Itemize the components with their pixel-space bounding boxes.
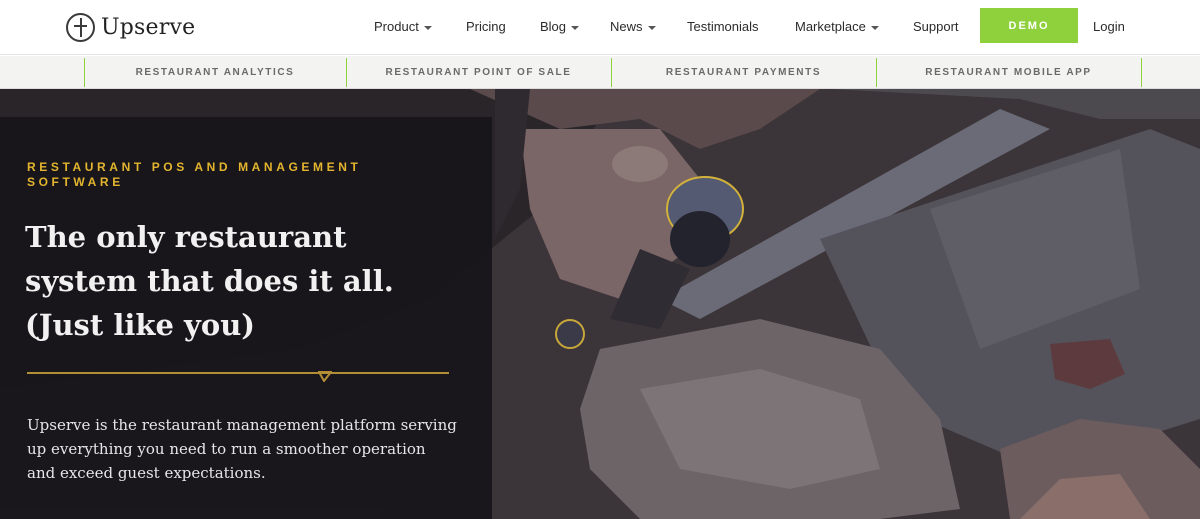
nav-item-pricing[interactable]: Pricing (466, 19, 506, 34)
demo-button[interactable]: DEMO (980, 8, 1078, 43)
chevron-down-icon (647, 25, 656, 30)
nav-item-marketplace[interactable]: Marketplace (795, 19, 879, 34)
nav-item-label: Pricing (466, 19, 506, 34)
subnav-item-mobile-app[interactable]: RESTAURANT MOBILE APP (876, 56, 1141, 89)
nav-item-label: Blog (540, 19, 567, 34)
chevron-down-icon (571, 25, 580, 30)
product-subnav: RESTAURANT ANALYTICS RESTAURANT POINT OF… (0, 56, 1200, 89)
nav-item-label: Testimonials (687, 19, 759, 34)
top-navigation: Upserve Product Pricing Blog News Testim… (0, 0, 1200, 55)
hero-eyebrow: RESTAURANT POS AND MANAGEMENT SOFTWARE (27, 160, 362, 189)
hero-text-panel: RESTAURANT POS AND MANAGEMENT SOFTWARE T… (0, 117, 492, 519)
nav-item-support[interactable]: Support (913, 19, 959, 34)
subnav-divider (1141, 58, 1142, 87)
hero-section: RESTAURANT POS AND MANAGEMENT SOFTWARE T… (0, 89, 1200, 519)
nav-item-label: Product (374, 19, 419, 34)
nav-item-label: Marketplace (795, 19, 866, 34)
chevron-down-icon (423, 25, 432, 30)
speech-notch-icon (318, 371, 332, 382)
nav-item-testimonials[interactable]: Testimonials (687, 19, 759, 34)
hero-headline: The only restaurant system that does it … (25, 220, 394, 342)
nav-item-blog[interactable]: Blog (540, 19, 580, 34)
nav-item-product[interactable]: Product (374, 19, 432, 34)
login-link[interactable]: Login (1093, 19, 1125, 34)
nav-item-news[interactable]: News (610, 19, 656, 34)
chevron-down-icon (870, 25, 879, 30)
nav-item-label: Support (913, 19, 959, 34)
subnav-item-point-of-sale[interactable]: RESTAURANT POINT OF SALE (346, 56, 611, 89)
hero-description: Upserve is the restaurant management pla… (27, 416, 457, 482)
subnav-item-payments[interactable]: RESTAURANT PAYMENTS (611, 56, 876, 89)
subnav-item-analytics[interactable]: RESTAURANT ANALYTICS (84, 56, 346, 89)
main-menu: Product Pricing Blog News Testimonials M… (0, 0, 1200, 55)
nav-item-label: News (610, 19, 643, 34)
hero-divider (27, 372, 449, 374)
